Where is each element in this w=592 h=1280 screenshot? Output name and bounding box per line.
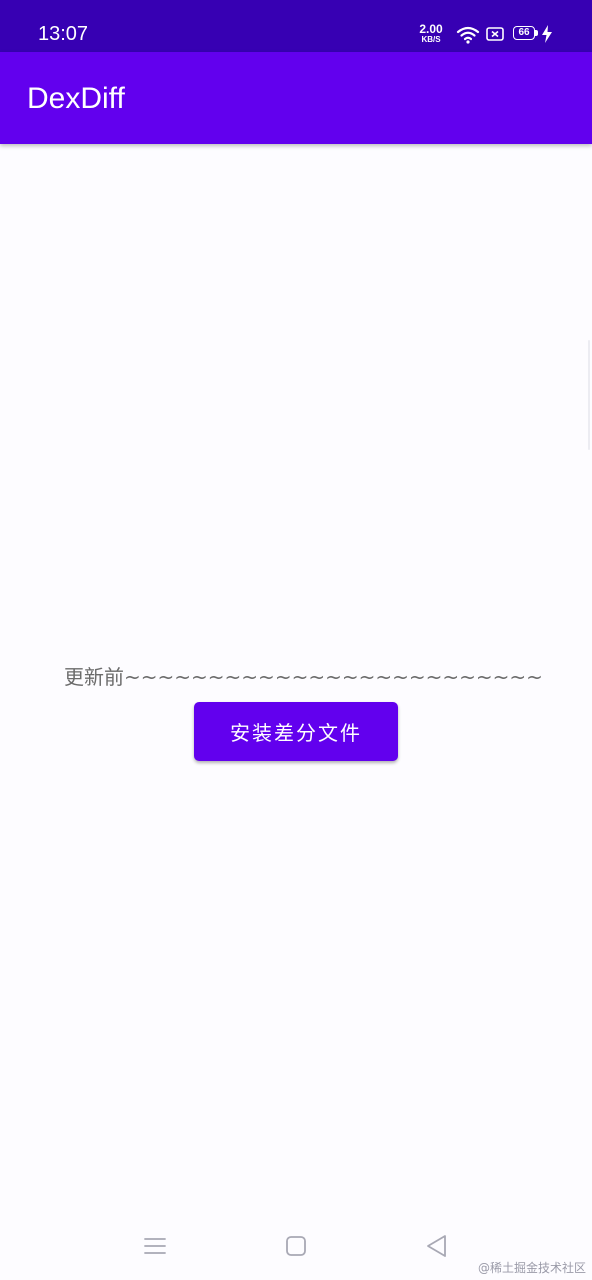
network-speed: 2.00 KB/S [416,23,446,44]
network-speed-unit: KB/S [421,35,441,44]
install-diff-button[interactable]: 安装差分文件 [194,702,398,761]
battery-icon: 66 [513,26,535,40]
home-icon[interactable] [285,1235,307,1257]
sim-card-icon [486,27,504,41]
battery-tip [535,30,538,36]
network-speed-value: 2.00 [419,22,443,36]
scroll-indicator [588,340,590,450]
charging-bolt-icon [542,25,552,43]
app-bar: DexDiff [0,52,592,144]
update-status-text: 更新前~~~~~~~~~~~~~~~~~~~~~~~~~~~~~~~~~~~~~… [64,665,544,689]
wifi-icon [456,26,480,44]
recents-icon[interactable] [144,1236,166,1256]
watermark: @稀土掘金技术社区 [477,1261,586,1275]
battery-level: 66 [518,27,530,38]
app-title: DexDiff [27,82,125,115]
back-icon[interactable] [425,1234,447,1258]
status-time: 13:07 [38,23,89,45]
status-bar: 13:07 2.00 KB/S 66 [0,0,592,52]
